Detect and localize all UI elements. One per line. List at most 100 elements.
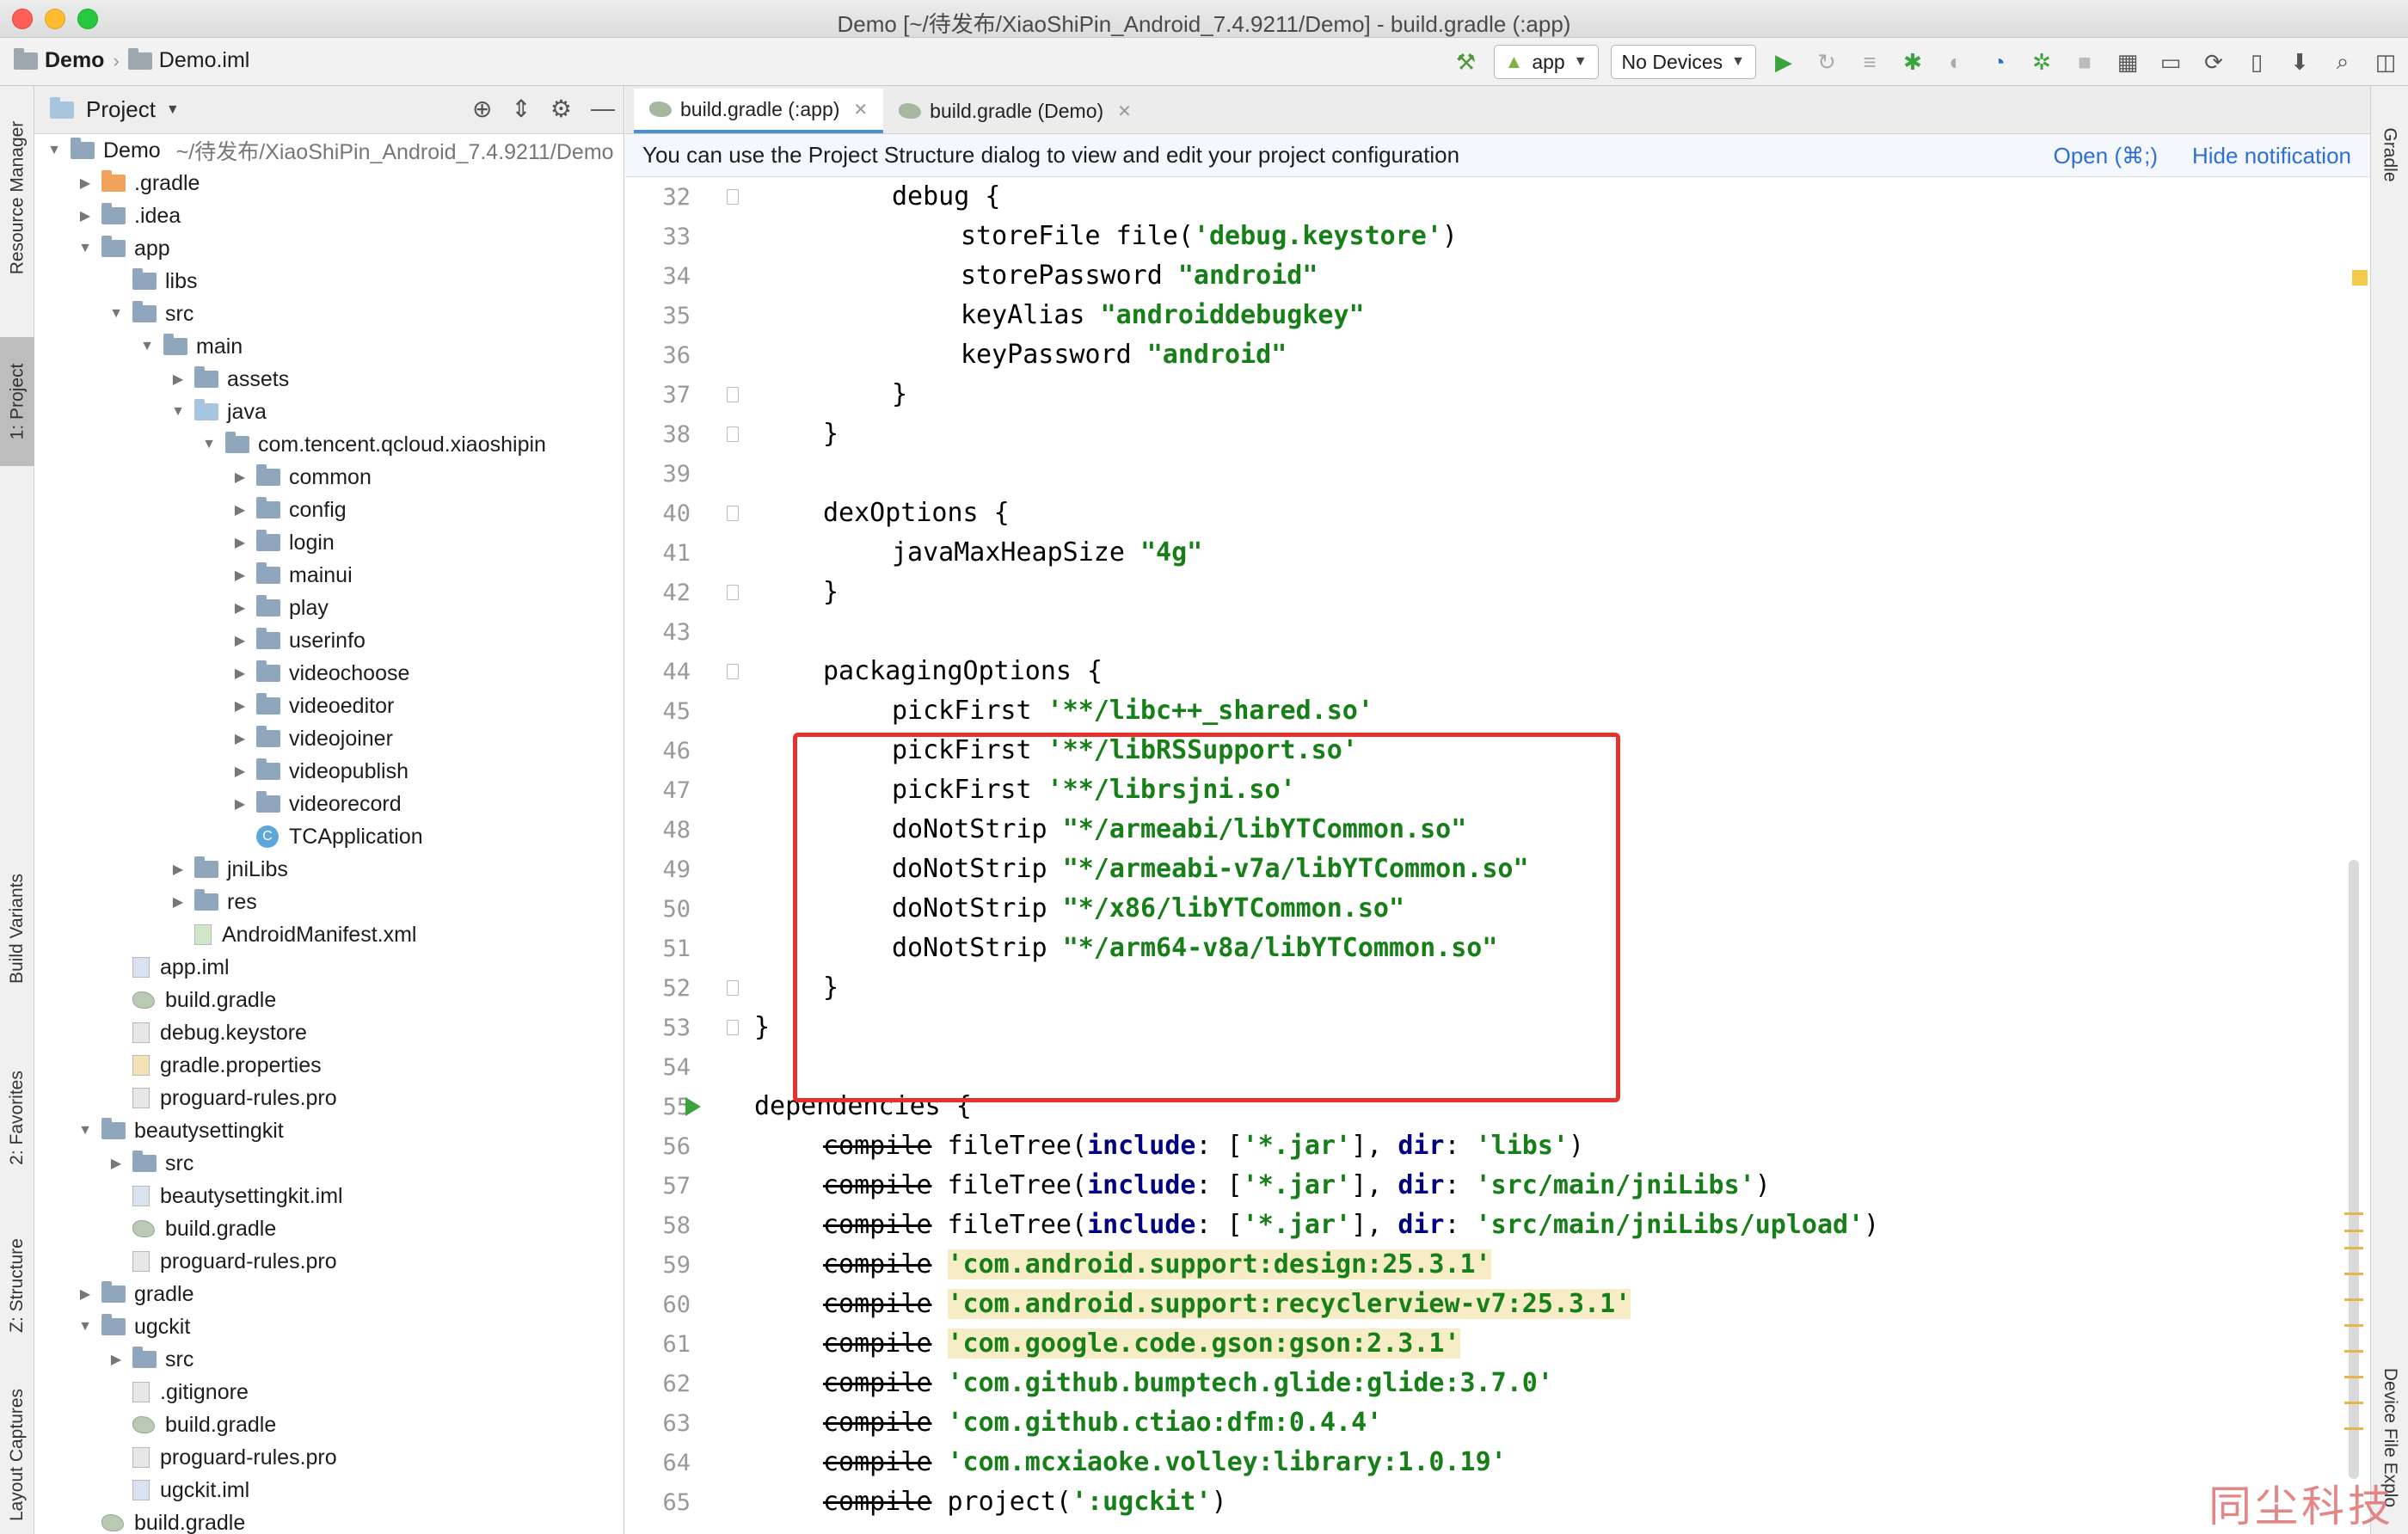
gear-icon[interactable]: ⚙ [550,95,572,123]
chevron-down-icon[interactable]: ▼ [77,1319,93,1335]
tree-item[interactable]: libs [34,265,624,298]
tree-item[interactable]: debug.keystore [34,1016,624,1049]
tree-item[interactable]: ▶ userinfo [34,624,624,657]
run-icon[interactable]: ▶ [1768,46,1799,77]
tree-item[interactable]: ▼ ugckit [34,1310,624,1343]
tree-item[interactable]: ▶ assets [34,363,624,396]
tree-item[interactable]: gradle.properties [34,1049,624,1082]
tree-item[interactable]: proguard-rules.pro [34,1082,624,1114]
chevron-down-icon[interactable]: ▼ [170,404,186,420]
tree-item[interactable]: ▶ src [34,1343,624,1376]
structure-tab[interactable]: Z: Structure [0,1212,34,1359]
hide-panel-icon[interactable]: — [591,95,615,123]
vertical-scrollbar[interactable] [2349,860,2359,1479]
chevron-down-icon[interactable]: ▼ [46,143,62,158]
profile-icon[interactable]: ◐ [1940,46,1971,77]
sync-gradle-icon[interactable]: ⟳ [2198,46,2229,77]
chevron-right-icon[interactable]: ▶ [232,730,248,747]
apply-code-changes-icon[interactable]: ≡ [1854,46,1885,77]
fold-marker-icon[interactable] [727,506,739,521]
chevron-down-icon[interactable]: ▼ [201,437,217,452]
fold-marker-icon[interactable] [727,1020,739,1035]
layout-captures-tab[interactable]: Layout Captures [0,1376,34,1534]
tree-item[interactable]: ▶ jniLibs [34,853,624,886]
tree-item[interactable]: ▶ videojoiner [34,722,624,755]
chevron-right-icon[interactable]: ▶ [232,501,248,518]
tree-item[interactable]: .gitignore [34,1376,624,1408]
close-tab-icon[interactable]: ✕ [853,99,868,120]
run-config-select[interactable]: ▲ app ▼ [1493,45,1599,79]
chevron-down-icon[interactable]: ▼ [77,241,93,256]
tree-item[interactable]: build.gradle [34,1506,624,1534]
chevron-right-icon[interactable]: ▶ [232,567,248,584]
chevron-right-icon[interactable]: ▶ [108,1351,124,1368]
tree-item[interactable]: ▼ com.tencent.qcloud.xiaoshipin [34,428,624,461]
chevron-right-icon[interactable]: ▶ [232,763,248,780]
fold-marker-icon[interactable] [727,387,739,402]
tree-item[interactable]: ugckit.iml [34,1474,624,1506]
chevron-right-icon[interactable]: ▶ [232,599,248,617]
tree-item[interactable]: ▶ src [34,1147,624,1180]
chevron-down-icon[interactable]: ▼ [139,339,155,354]
chevron-right-icon[interactable]: ▶ [170,371,186,388]
tree-item[interactable]: proguard-rules.pro [34,1441,624,1474]
fold-marker-icon[interactable] [727,189,739,205]
chevron-right-icon[interactable]: ▶ [232,795,248,813]
open-project-structure-link[interactable]: Open (⌘;) [2054,143,2158,169]
project-tab[interactable]: 1: Project [0,337,34,466]
tree-item[interactable]: build.gradle [34,1212,624,1245]
chevron-down-icon[interactable]: ▼ [166,102,180,118]
tree-item[interactable]: ▶ common [34,461,624,494]
tree-item[interactable]: ▼ beautysettingkit [34,1114,624,1147]
chevron-right-icon[interactable]: ▶ [77,207,93,224]
fold-marker-icon[interactable] [727,585,739,600]
apply-changes-icon[interactable]: ↻ [1811,46,1842,77]
tree-item[interactable]: ▶ gradle [34,1278,624,1310]
gradle-tab[interactable]: Gradle [2371,103,2408,206]
editor-tab[interactable]: build.gradle (:app) ✕ [634,89,884,133]
tree-item[interactable]: ▼ src [34,298,624,330]
stop-icon[interactable]: ■ [2069,46,2100,77]
tree-item[interactable]: ▶ config [34,494,624,526]
coverage-icon[interactable]: ◔ [1983,46,2014,77]
tree-item[interactable]: AndroidManifest.xml [34,918,624,951]
tree-item[interactable]: ▼ Demo ~/待发布/XiaoShiPin_Android_7.4.9211/D… [34,134,624,167]
tree-item[interactable]: ▶ .idea [34,199,624,232]
tree-item[interactable]: ▶ videorecord [34,788,624,820]
tree-item[interactable]: ▶ .gradle [34,167,624,199]
breadcrumb-file[interactable]: Demo.iml [127,47,249,73]
chevron-right-icon[interactable]: ▶ [77,1285,93,1303]
tree-item[interactable]: ▶ mainui [34,559,624,592]
chevron-right-icon[interactable]: ▶ [170,893,186,911]
fold-marker-icon[interactable] [727,664,739,679]
tree-item[interactable]: ▶ login [34,526,624,559]
tree-item[interactable]: ▶ res [34,886,624,918]
tree-item[interactable]: beautysettingkit.iml [34,1180,624,1212]
tree-item[interactable]: build.gradle [34,1408,624,1441]
tree-item[interactable]: C TCApplication [34,820,624,853]
close-tab-icon[interactable]: ✕ [1117,101,1132,122]
tree-item[interactable]: ▶ videochoose [34,657,624,690]
tree-item[interactable]: proguard-rules.pro [34,1245,624,1278]
tree-item[interactable]: ▼ main [34,330,624,363]
resource-manager-tab[interactable]: Resource Manager [0,95,34,301]
tree-item[interactable]: build.gradle [34,984,624,1016]
search-icon[interactable]: ⌕ [2327,46,2358,77]
project-structure-icon[interactable]: ▦ [2112,46,2143,77]
chevron-right-icon[interactable]: ▶ [77,175,93,192]
chevron-right-icon[interactable]: ▶ [232,665,248,682]
sdk-manager-icon[interactable]: ⬇ [2284,46,2315,77]
project-view-select[interactable]: Project [86,96,156,123]
run-gutter-icon[interactable] [685,1097,701,1116]
chevron-down-icon[interactable]: ▼ [77,1123,93,1138]
tree-item[interactable]: ▼ java [34,396,624,428]
chevron-right-icon[interactable]: ▶ [232,469,248,486]
chevron-down-icon[interactable]: ▼ [108,306,124,322]
hide-notification-link[interactable]: Hide notification [2192,143,2351,169]
editor-tab[interactable]: build.gradle (Demo) ✕ [883,89,1147,133]
debug-icon[interactable]: ✱ [1897,46,1928,77]
device-select[interactable]: No Devices ▼ [1610,45,1756,79]
chevron-right-icon[interactable]: ▶ [108,1155,124,1172]
avd-manager-icon[interactable]: ▯ [2241,46,2272,77]
chevron-right-icon[interactable]: ▶ [232,697,248,715]
